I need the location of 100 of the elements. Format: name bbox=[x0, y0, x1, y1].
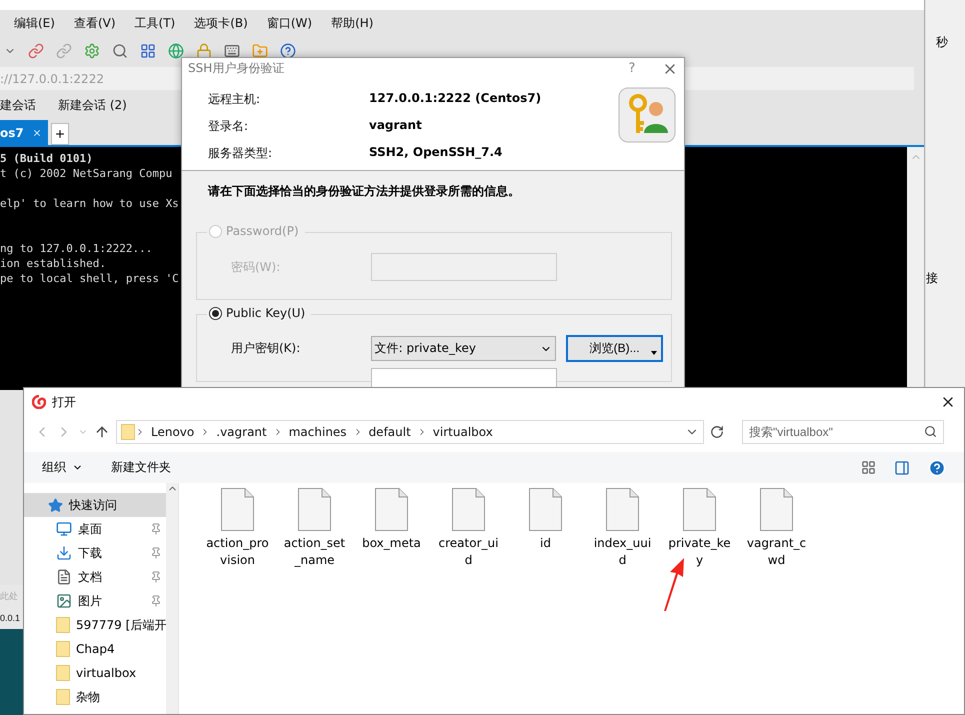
search-icon[interactable] bbox=[924, 425, 937, 438]
file-icon bbox=[760, 488, 793, 531]
folder-icon bbox=[56, 617, 70, 633]
path-crumb[interactable]: machines bbox=[282, 425, 353, 439]
view-icon[interactable] bbox=[861, 460, 876, 475]
info-value: SSH2, OpenSSH_7.4 bbox=[369, 145, 504, 161]
field-label: 密码(W): bbox=[231, 258, 282, 276]
grid-icon[interactable] bbox=[140, 43, 156, 59]
nav-item[interactable]: 下载 bbox=[24, 541, 166, 565]
terminal-line: pe to local shell, press 'C bbox=[0, 271, 179, 286]
dialog-title: SSH用户身份验证 bbox=[188, 60, 284, 77]
path-bar[interactable]: Lenovo .vagrant machines default virtualbox bbox=[116, 420, 704, 444]
refresh-icon[interactable] bbox=[710, 425, 724, 439]
radio-button[interactable] bbox=[209, 306, 222, 320]
add-tab-button[interactable] bbox=[51, 123, 69, 145]
info-value: vagrant bbox=[369, 118, 423, 134]
session-tab[interactable]: os7 bbox=[0, 120, 48, 145]
folder-icon bbox=[56, 641, 70, 657]
browse-button[interactable]: 浏览(B)... bbox=[566, 335, 663, 362]
info-value: 127.0.0.1:2222 (Centos7) bbox=[369, 91, 542, 107]
terminal-line: ion established. bbox=[0, 256, 106, 271]
session-link[interactable]: 新建会话 (2) bbox=[58, 96, 127, 114]
folder-icon bbox=[121, 424, 135, 440]
terminal-line: elp' to learn how to use Xs bbox=[0, 196, 179, 211]
path-crumb[interactable]: default bbox=[362, 425, 417, 439]
path-crumb[interactable]: virtualbox bbox=[426, 425, 499, 439]
file-item[interactable]: private_key bbox=[661, 488, 738, 569]
path-crumb[interactable]: .vagrant bbox=[210, 425, 273, 439]
field-label: 用户密钥(K): bbox=[231, 340, 302, 357]
info-label: 登录名: bbox=[208, 118, 250, 135]
help-button[interactable]: ? bbox=[622, 60, 642, 76]
menu-item[interactable]: 窗口(W) bbox=[266, 14, 312, 32]
nav-item[interactable]: 杂物 bbox=[24, 685, 166, 709]
desktop-icon bbox=[56, 521, 72, 537]
menu-item[interactable]: 选项卡(B) bbox=[194, 14, 248, 32]
arrow-drawing bbox=[662, 557, 686, 612]
new-folder-button[interactable]: 新建文件夹 bbox=[111, 459, 171, 476]
key-user-icon bbox=[618, 87, 676, 143]
keyboard-icon[interactable] bbox=[224, 43, 240, 59]
globe-icon[interactable] bbox=[168, 43, 184, 59]
nav-item[interactable]: 桌面 bbox=[24, 517, 166, 541]
file-item[interactable]: creator_uid bbox=[430, 488, 507, 569]
file-item[interactable]: action_provision bbox=[199, 488, 276, 569]
file-item[interactable]: id bbox=[507, 488, 584, 552]
help-icon[interactable] bbox=[280, 43, 296, 59]
menu-item[interactable]: 编辑(E) bbox=[14, 14, 55, 32]
nav-item[interactable]: 597779 [后端开 bbox=[24, 613, 166, 637]
pin-icon bbox=[150, 595, 162, 607]
file-icon bbox=[529, 488, 562, 531]
terminal-line: t (c) 2002 NetSarang Compu bbox=[0, 166, 172, 181]
info-label: 服务器类型: bbox=[208, 145, 274, 162]
window-text: 接 bbox=[926, 270, 938, 287]
file-icon bbox=[375, 488, 408, 531]
dialog-title: 打开 bbox=[52, 394, 77, 410]
download-icon bbox=[56, 545, 72, 561]
nav-item[interactable]: virtualbox bbox=[24, 661, 166, 685]
folder-icon bbox=[56, 689, 70, 705]
file-icon bbox=[452, 488, 485, 531]
organize-button[interactable]: 组织 bbox=[42, 459, 83, 476]
file-item[interactable]: action_set_name bbox=[276, 488, 353, 569]
menu-item[interactable]: 查看(V) bbox=[74, 14, 116, 32]
menu-item[interactable]: 工具(T) bbox=[134, 14, 176, 32]
folder-plus-icon[interactable] bbox=[252, 43, 268, 59]
pin-icon bbox=[150, 571, 162, 583]
terminal-line: ng to 127.0.0.1:2222... bbox=[0, 241, 152, 256]
swirl-icon bbox=[32, 395, 46, 409]
info-label: 远程主机: bbox=[208, 91, 262, 108]
path-crumb[interactable]: Lenovo bbox=[145, 425, 200, 439]
search-field[interactable]: 搜索"virtualbox" bbox=[742, 420, 944, 444]
search-icon[interactable] bbox=[112, 43, 128, 59]
file-icon bbox=[221, 488, 254, 531]
key-select[interactable]: 文件: private_key bbox=[370, 336, 556, 361]
star-icon bbox=[48, 498, 63, 512]
settings-icon[interactable] bbox=[84, 43, 100, 59]
nav-item[interactable]: Chap4 bbox=[24, 637, 166, 661]
nav-item[interactable]: 快速访问 bbox=[24, 493, 166, 517]
file-item[interactable]: vagrant_cwd bbox=[738, 488, 815, 569]
file-item[interactable]: box_meta bbox=[353, 488, 430, 552]
scrollbar[interactable] bbox=[907, 147, 924, 390]
plus-icon bbox=[54, 128, 66, 140]
file-item[interactable]: index_uuid bbox=[584, 488, 661, 569]
file-icon bbox=[298, 488, 331, 531]
nav-item[interactable]: 文档 bbox=[24, 565, 166, 589]
scrollbar[interactable] bbox=[166, 483, 178, 714]
session-link[interactable]: 建会话 bbox=[0, 96, 36, 114]
pin-icon bbox=[150, 523, 162, 535]
close-icon[interactable] bbox=[32, 128, 42, 138]
link-icon[interactable] bbox=[28, 43, 44, 59]
file-icon bbox=[683, 488, 716, 531]
folder-icon bbox=[56, 665, 70, 681]
up-arrow-icon[interactable] bbox=[94, 424, 110, 440]
preview-pane-icon[interactable] bbox=[894, 460, 910, 476]
window-text: 秒 bbox=[936, 34, 948, 51]
file-icon bbox=[606, 488, 639, 531]
nav-item[interactable]: 图片 bbox=[24, 589, 166, 613]
instruction-text: 请在下面选择恰当的身份验证方法并提供登录所需的信息。 bbox=[206, 183, 521, 200]
menu-item[interactable]: 帮助(H) bbox=[331, 14, 374, 32]
document-icon bbox=[56, 569, 72, 585]
terminal-line: 5 (Build 0101) bbox=[0, 151, 93, 166]
pin-icon bbox=[150, 547, 162, 559]
